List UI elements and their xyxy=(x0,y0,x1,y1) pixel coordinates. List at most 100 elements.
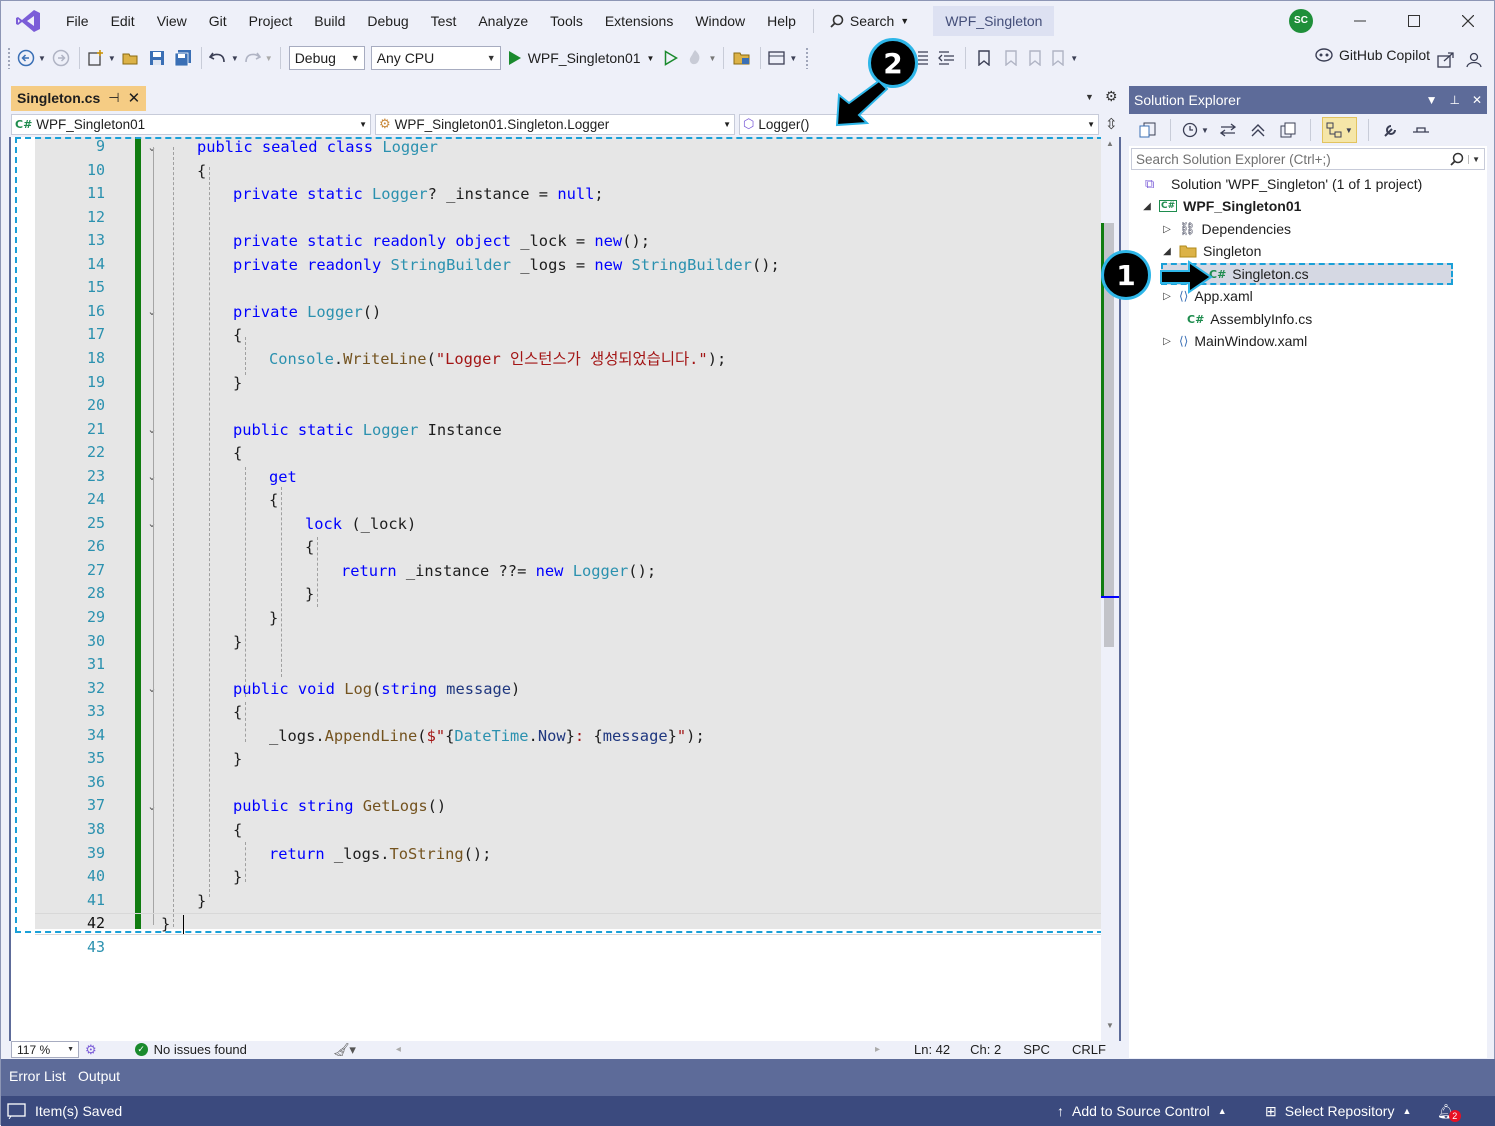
github-copilot-button[interactable]: GitHub Copilot xyxy=(1315,47,1430,63)
pin-icon[interactable]: ⊥ xyxy=(1449,93,1459,107)
line-ending-indicator[interactable]: CRLF xyxy=(1072,1042,1106,1057)
tree-item-label: Singleton xyxy=(1203,243,1262,259)
whitespace-indicator[interactable]: SPC xyxy=(1023,1042,1050,1057)
solution-configuration-select[interactable]: Debug ▼ xyxy=(288,46,365,70)
menu-tools[interactable]: Tools xyxy=(539,6,594,36)
new-project-icon[interactable]: ▼ xyxy=(87,45,116,71)
pending-changes-filter-icon[interactable]: ▼ xyxy=(1182,117,1209,143)
expanded-arrow-icon[interactable]: ◢ xyxy=(1141,201,1153,212)
search-icon[interactable] xyxy=(1450,152,1464,166)
switch-views-icon[interactable] xyxy=(1137,117,1159,143)
layout-icon[interactable]: ▼ xyxy=(768,45,797,71)
settings-gear-icon[interactable]: ⚙ xyxy=(1105,88,1118,105)
code-text-area[interactable]: 9 ⌄ public sealed class Logger 10{11 private… xyxy=(11,137,1119,1041)
zoom-select[interactable]: 117 % ▼ xyxy=(11,1041,79,1058)
feedback-icon[interactable] xyxy=(1464,47,1486,73)
close-tab-icon[interactable]: ✕ xyxy=(128,89,141,107)
menu-analyze[interactable]: Analyze xyxy=(467,6,539,36)
next-bookmark-icon[interactable] xyxy=(1025,45,1047,71)
tab-list-dropdown-icon[interactable]: ▼ xyxy=(1085,92,1094,102)
visual-studio-logo-icon[interactable] xyxy=(13,9,43,33)
clear-bookmarks-icon[interactable]: ▼ xyxy=(1051,45,1078,71)
tree-item-dependencies[interactable]: ▷ ⛓︎ Dependencies xyxy=(1161,218,1291,240)
share-icon[interactable] xyxy=(1435,47,1457,73)
redo-icon[interactable]: ▼ xyxy=(243,45,273,71)
scroll-down-icon[interactable]: ▼ xyxy=(1106,1021,1114,1030)
maximize-button[interactable] xyxy=(1391,5,1437,37)
issues-status[interactable]: No issues found xyxy=(154,1042,247,1057)
properties-wrench-icon[interactable] xyxy=(1380,117,1402,143)
save-all-icon[interactable] xyxy=(172,45,194,71)
menu-extensions[interactable]: Extensions xyxy=(594,6,684,36)
tree-item-project[interactable]: ◢ C# WPF_Singleton01 xyxy=(1141,195,1301,217)
close-panel-icon[interactable]: ✕ xyxy=(1472,93,1482,107)
line-indicator[interactable]: Ln: 42 xyxy=(914,1042,950,1057)
horizontal-scroll-right-icon[interactable]: ▸ xyxy=(875,1044,880,1055)
toolbar-separator xyxy=(200,47,202,69)
notifications-button[interactable]: 🔔︎ 2 xyxy=(1437,1100,1461,1122)
menu-build[interactable]: Build xyxy=(303,6,356,36)
close-window-button[interactable] xyxy=(1445,5,1491,37)
collapse-all-icon[interactable] xyxy=(1247,117,1269,143)
scroll-up-icon[interactable]: ▲ xyxy=(1106,139,1114,148)
search-options-dropdown[interactable]: ▼ xyxy=(1468,154,1480,164)
document-tab-singleton-cs[interactable]: Singleton.cs ⊣ ✕ xyxy=(11,86,147,111)
type-navigation-dropdown[interactable]: ⚙ WPF_Singleton01.Singleton.Logger ▼ xyxy=(375,113,735,135)
account-avatar[interactable]: SC xyxy=(1289,9,1313,33)
minimize-button[interactable] xyxy=(1337,5,1383,37)
select-repository-button[interactable]: ⊞ Select Repository ▲ xyxy=(1265,1103,1411,1120)
sync-with-document-icon[interactable] xyxy=(1217,117,1239,143)
menu-window[interactable]: Window xyxy=(684,6,756,36)
show-all-files-icon[interactable] xyxy=(1277,117,1299,143)
menu-file[interactable]: File xyxy=(55,6,100,36)
select-repository-label: Select Repository xyxy=(1284,1103,1395,1119)
code-cleanup-icon[interactable]: 🧹︎▾ xyxy=(333,1042,356,1058)
open-file-icon[interactable] xyxy=(120,45,142,71)
chevron-down-icon[interactable]: ▼ xyxy=(1426,93,1438,107)
navigate-forward-icon[interactable] xyxy=(50,45,72,71)
view-class-diagram-icon[interactable]: ▼ xyxy=(1321,117,1357,143)
project-navigation-dropdown[interactable]: C# WPF_Singleton01 ▼ xyxy=(11,113,371,135)
save-icon[interactable] xyxy=(146,45,168,71)
pin-icon[interactable]: ⊣ xyxy=(108,90,119,106)
class-icon: ⚙ xyxy=(379,116,391,131)
tab-error-list[interactable]: Error List xyxy=(9,1068,66,1084)
menu-help[interactable]: Help xyxy=(756,6,807,36)
menu-edit[interactable]: Edit xyxy=(100,6,146,36)
tree-item-mainwindow-xaml[interactable]: ▷ ⟨⟩ MainWindow.xaml xyxy=(1161,330,1307,352)
horizontal-scroll-left-icon[interactable]: ◂ xyxy=(396,1044,401,1055)
hot-reload-icon[interactable]: ▼ xyxy=(686,45,716,71)
column-indicator[interactable]: Ch: 2 xyxy=(970,1042,1001,1057)
tree-item-singleton-cs[interactable]: C# Singleton.cs xyxy=(1209,263,1309,285)
tree-item-solution[interactable]: ⧉ Solution 'WPF_Singleton' (1 of 1 proje… xyxy=(1145,173,1422,195)
intellicode-icon[interactable]: ⚙ xyxy=(85,1042,97,1058)
preview-selected-items-icon[interactable] xyxy=(1410,117,1432,143)
add-to-source-control-button[interactable]: ↑ Add to Source Control ▲ xyxy=(1057,1103,1227,1119)
browse-folder-icon[interactable] xyxy=(731,45,753,71)
outdent-icon[interactable] xyxy=(936,45,958,71)
start-without-debugging-icon[interactable] xyxy=(660,45,682,71)
toolbar-grip[interactable] xyxy=(7,47,11,69)
solution-platform-select[interactable]: Any CPU ▼ xyxy=(370,46,501,70)
start-debugging-button[interactable]: WPF_Singleton01 ▼ xyxy=(508,50,654,66)
bookmark-icon[interactable] xyxy=(973,45,995,71)
menu-test[interactable]: Test xyxy=(420,6,468,36)
expanded-arrow-icon[interactable]: ◢ xyxy=(1161,246,1173,257)
search-button[interactable]: Search ▼ xyxy=(820,6,919,36)
tab-output[interactable]: Output xyxy=(78,1068,120,1084)
menu-git[interactable]: Git xyxy=(198,6,238,36)
menu-project[interactable]: Project xyxy=(238,6,304,36)
split-window-icon[interactable]: ⇳ xyxy=(1105,115,1118,133)
collapsed-arrow-icon[interactable]: ▷ xyxy=(1161,224,1173,235)
navigate-back-icon[interactable]: ▼ xyxy=(17,45,46,71)
previous-bookmark-icon[interactable] xyxy=(999,45,1021,71)
menu-debug[interactable]: Debug xyxy=(356,6,419,36)
solution-explorer-search-input[interactable]: Search Solution Explorer (Ctrl+;) ▼ xyxy=(1131,148,1485,170)
menu-view[interactable]: View xyxy=(146,6,198,36)
undo-icon[interactable]: ▼ xyxy=(208,45,239,71)
member-navigation-dropdown[interactable]: ⬡ Logger() ▼ xyxy=(739,113,1099,135)
tree-item-assemblyinfo[interactable]: C# AssemblyInfo.cs xyxy=(1187,308,1312,330)
collapsed-arrow-icon[interactable]: ▷ xyxy=(1161,336,1173,347)
menu-separator xyxy=(812,9,814,33)
toolbar-grip[interactable] xyxy=(805,47,810,69)
